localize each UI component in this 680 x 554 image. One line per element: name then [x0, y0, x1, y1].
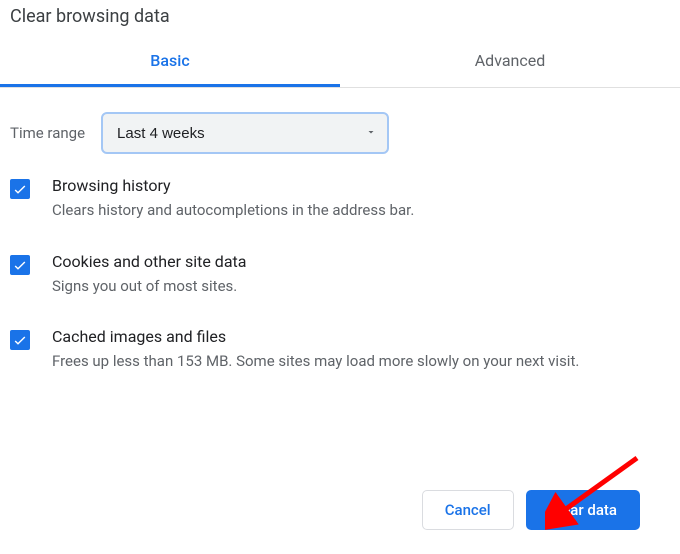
option-cookies: Cookies and other site data Signs you ou… [10, 252, 670, 298]
checkbox-browsing-history[interactable] [10, 179, 30, 199]
dialog-footer: Cancel Clear data [422, 490, 640, 530]
tabs: Basic Advanced [0, 35, 680, 88]
time-range-row: Time range [0, 88, 680, 154]
check-icon [12, 181, 28, 197]
time-range-select[interactable] [101, 112, 389, 154]
option-text: Cookies and other site data Signs you ou… [52, 252, 670, 298]
option-text: Browsing history Clears history and auto… [52, 176, 670, 222]
checkbox-cookies[interactable] [10, 255, 30, 275]
option-browsing-history: Browsing history Clears history and auto… [10, 176, 670, 222]
tab-advanced[interactable]: Advanced [340, 35, 680, 87]
options-list: Browsing history Clears history and auto… [0, 154, 680, 373]
check-icon [12, 257, 28, 273]
checkbox-cache[interactable] [10, 330, 30, 350]
option-text: Cached images and files Frees up less th… [52, 327, 670, 373]
cancel-button[interactable]: Cancel [422, 490, 514, 530]
clear-data-button[interactable]: Clear data [526, 490, 640, 530]
option-desc: Signs you out of most sites. [52, 275, 670, 298]
time-range-select-wrap [101, 112, 389, 154]
option-title: Cached images and files [52, 327, 670, 346]
option-desc: Frees up less than 153 MB. Some sites ma… [52, 350, 670, 373]
option-title: Browsing history [52, 176, 670, 195]
check-icon [12, 332, 28, 348]
option-desc: Clears history and autocompletions in th… [52, 199, 670, 222]
time-range-label: Time range [10, 124, 85, 142]
dialog-title: Clear browsing data [0, 0, 680, 35]
option-cache: Cached images and files Frees up less th… [10, 327, 670, 373]
option-title: Cookies and other site data [52, 252, 670, 271]
tab-basic[interactable]: Basic [0, 35, 340, 87]
